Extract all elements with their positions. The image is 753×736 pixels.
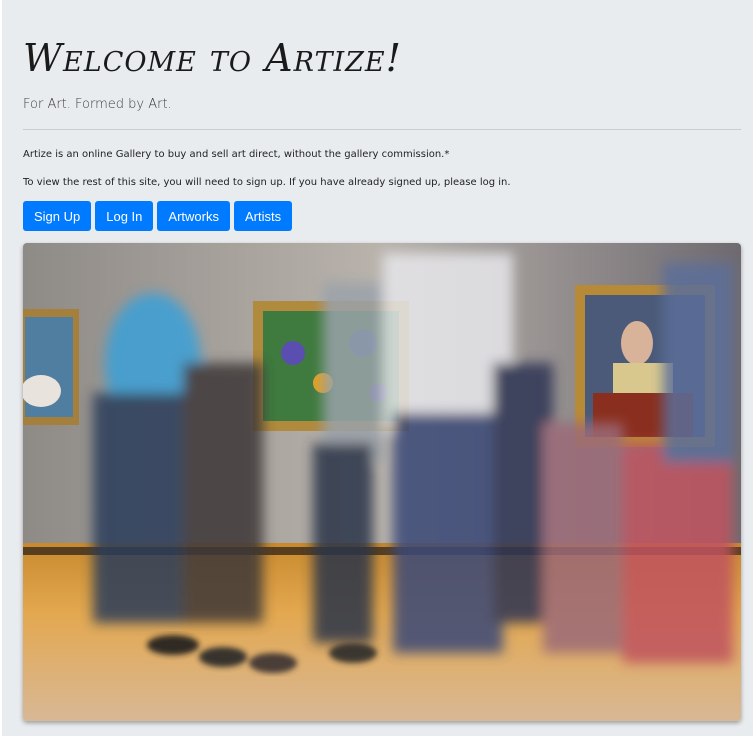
- divider: [23, 129, 741, 130]
- painting-left: [23, 309, 79, 425]
- artworks-button[interactable]: Artworks: [157, 201, 230, 231]
- artists-button[interactable]: Artists: [233, 201, 293, 231]
- description-text: Artize is an online Gallery to buy and s…: [23, 149, 450, 160]
- tagline: For Art. Formed by Art.: [23, 97, 172, 112]
- page-edge: [0, 0, 2, 736]
- action-buttons: Sign Up Log In Artworks Artists: [23, 201, 293, 231]
- sign-up-button[interactable]: Sign Up: [23, 201, 92, 231]
- signup-prompt-text: To view the rest of this site, you will …: [23, 177, 511, 188]
- page-title: Welcome to Artize!: [23, 36, 402, 80]
- log-in-button[interactable]: Log In: [95, 201, 154, 231]
- gallery-hero-image: [23, 243, 741, 721]
